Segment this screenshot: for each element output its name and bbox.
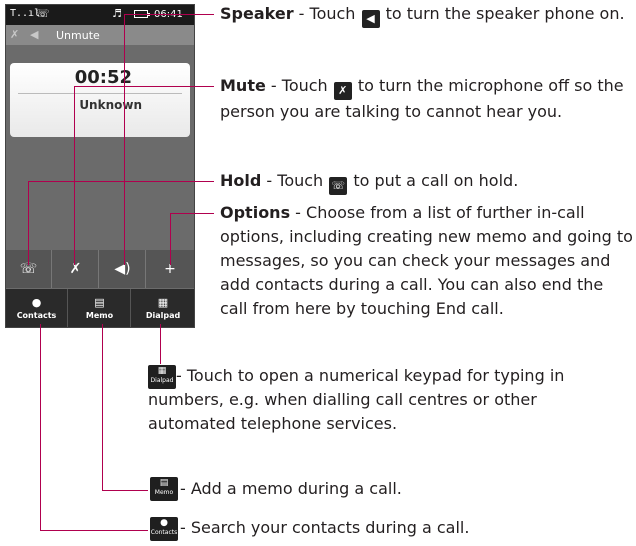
speaker-pre: - Touch: [293, 4, 361, 23]
call-info-card: 00:52 Unknown: [10, 63, 190, 137]
unmute-label[interactable]: Unmute: [56, 29, 100, 42]
mute-icon: ✗: [333, 82, 352, 100]
callout-line-mute-h: [74, 86, 214, 87]
call-status-icon: ☏: [36, 7, 50, 20]
contacts-icon-label: Contacts: [150, 529, 178, 536]
dialpad-description: - Touch to open a numerical keypad for t…: [148, 364, 568, 436]
caller-name: Unknown: [79, 98, 142, 112]
call-timer: 00:52: [74, 67, 132, 88]
memo-icon-label: Memo: [154, 489, 174, 496]
contacts-description: - Search your contacts during a call.: [180, 516, 600, 540]
divider: [18, 93, 182, 94]
callout-line-memo: [102, 324, 103, 490]
contacts-icon: ●: [31, 296, 42, 309]
mute-icon: ✗: [69, 261, 82, 277]
callout-line-options: [170, 213, 171, 265]
mute-title: Mute: [220, 76, 266, 95]
tab-label: Memo: [85, 311, 114, 320]
hold-button[interactable]: ☏: [6, 250, 52, 288]
tab-dialpad[interactable]: ▦ Dialpad: [132, 289, 194, 327]
tab-label: Contacts: [16, 311, 57, 320]
dialpad-text: - Touch to open a numerical keypad for t…: [148, 366, 565, 433]
vibrate-icon: ♬: [112, 7, 122, 20]
speaker-button[interactable]: ◀): [100, 250, 146, 288]
callout-line-hold: [28, 181, 29, 265]
speaker-icon: ◀: [361, 10, 380, 28]
memo-icon: ▤: [94, 296, 105, 309]
mute-pre: - Touch: [265, 76, 333, 95]
memo-text: - Add a memo during a call.: [180, 479, 402, 498]
speaker-post: to turn the speaker phone on.: [380, 4, 625, 23]
phone-screenshot: T..ıl ☏ ♬ 06:41 ✗ ◀ Unmute 00:52 Unknown…: [5, 4, 195, 328]
hold-pre: - Touch: [261, 171, 329, 190]
mute-button[interactable]: ✗: [53, 250, 99, 288]
in-call-button-row: ☏ ✗ ◀) +: [6, 250, 194, 288]
tab-row: ● Contacts ▤ Memo ▦ Dialpad: [6, 289, 194, 327]
callout-line-memo-h: [102, 490, 148, 491]
speaker-title: Speaker: [220, 4, 294, 23]
dialpad-icon: ▦: [157, 296, 169, 309]
callout-line-options-h: [170, 213, 214, 214]
contacts-icon: ● Contacts: [150, 517, 178, 541]
tab-contacts[interactable]: ● Contacts: [6, 289, 68, 327]
callout-line-speaker-h: [124, 14, 214, 15]
memo-description: - Add a memo during a call.: [180, 477, 580, 501]
speaker-small-icon: ◀: [30, 28, 39, 41]
memo-icon: ▤ Memo: [150, 477, 178, 501]
callout-line-contacts: [40, 324, 41, 530]
tab-label: Dialpad: [145, 311, 181, 320]
options-title: Options: [220, 203, 291, 222]
callout-line-mute: [74, 86, 75, 265]
status-bar: T..ıl ☏ ♬ 06:41: [6, 5, 194, 25]
speaker-icon: ◀): [114, 261, 131, 277]
speaker-description: Speaker - Touch ◀ to turn the speaker ph…: [220, 2, 630, 28]
callout-line-speaker: [124, 14, 125, 265]
hold-icon: ☏: [329, 177, 348, 195]
hold-title: Hold: [220, 171, 262, 190]
hold-description: Hold - Touch ☏ to put a call on hold.: [220, 169, 630, 195]
hold-post: to put a call on hold.: [348, 171, 519, 190]
callout-line-hold-h: [28, 181, 214, 182]
call-header: ✗ ◀ Unmute: [6, 25, 194, 45]
callout-line-contacts-h: [40, 530, 148, 531]
options-description: Options - Choose from a list of further …: [220, 201, 634, 321]
contacts-text: - Search your contacts during a call.: [180, 518, 470, 537]
callout-line-dialpad: [160, 324, 161, 364]
mute-description: Mute - Touch ✗ to turn the microphone of…: [220, 74, 630, 124]
tab-memo[interactable]: ▤ Memo: [69, 289, 131, 327]
mic-icon: ✗: [10, 28, 20, 41]
